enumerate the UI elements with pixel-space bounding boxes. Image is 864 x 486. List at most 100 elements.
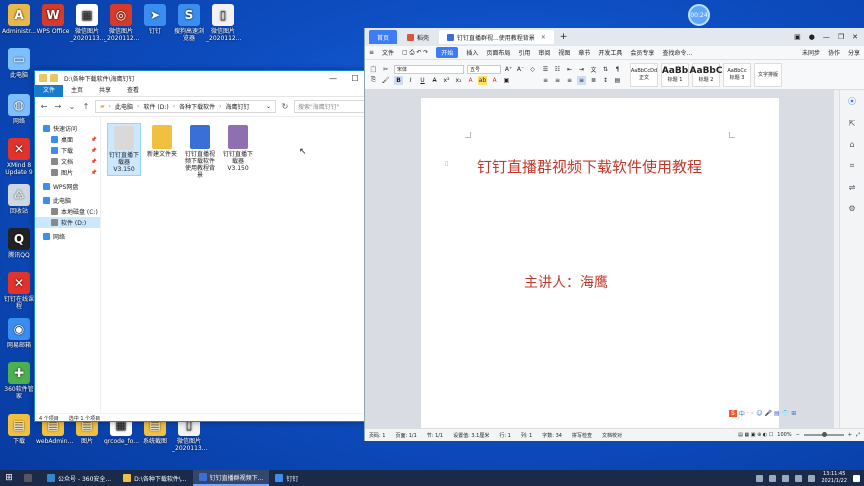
outdent-icon[interactable]: ⇤ xyxy=(565,65,574,74)
chinese-layout-icon[interactable]: 文 xyxy=(589,65,598,74)
style-preset[interactable]: 文字排版 xyxy=(754,62,782,87)
sidebar-item[interactable]: 本地磁盘 (C:) xyxy=(35,206,100,217)
desktop-icon[interactable]: ▭ 此电脑 xyxy=(2,48,36,79)
desktop-icon[interactable]: ➤ 钉钉 xyxy=(138,4,172,35)
command-search[interactable]: 查找命令... xyxy=(662,48,692,57)
file-item[interactable]: 钉钉直播视频下载软件使用教程背景 xyxy=(183,123,217,181)
ime-button[interactable]: ⊞ xyxy=(791,410,796,417)
chevron-down-icon[interactable]: ⌄ xyxy=(266,103,271,110)
sync-status[interactable]: 未同步 xyxy=(802,48,820,57)
zoom-slider[interactable] xyxy=(803,432,844,437)
shrink-font-icon[interactable]: A⁻ xyxy=(516,65,525,74)
fit-icon[interactable]: ⤢ xyxy=(856,432,860,438)
desktop-icon[interactable]: ✚ 360软件管家 xyxy=(2,362,36,400)
ime-button[interactable]: ◦ xyxy=(751,410,755,417)
desktop-icon[interactable]: ✕ 钉钉在线课程 xyxy=(2,272,36,310)
taskbar-item[interactable]: 公众号 - 360安全... xyxy=(41,470,117,486)
desktop-icon[interactable]: ◎ 微信图片_2020112... xyxy=(104,4,139,42)
ime-button[interactable]: ☺ xyxy=(756,410,762,417)
document-page[interactable]: ▯ 钉钉直播群视频下载软件使用教程 主讲人：海鹰 xyxy=(421,98,779,428)
font-name-select[interactable]: 宋体 xyxy=(394,64,464,74)
file-item[interactable]: 钉钉直播下载器 V3.150 xyxy=(221,123,255,174)
zoom-out-icon[interactable]: − xyxy=(796,432,800,438)
style-preset[interactable]: AaBbCc 标题 3 xyxy=(723,62,751,87)
menu-start[interactable]: 开始 xyxy=(436,47,459,58)
show-marks-icon[interactable]: ¶ xyxy=(613,65,622,74)
copy-icon[interactable]: ⎘ xyxy=(369,76,378,85)
spell-check[interactable]: 拼写检查 xyxy=(572,432,592,439)
ribbon-tab-home[interactable]: 主页 xyxy=(63,85,91,97)
clear-format-icon[interactable]: ◇ xyxy=(528,65,537,74)
maximize-button[interactable]: ☐ xyxy=(344,74,366,83)
close-tab-icon[interactable]: ✕ xyxy=(541,34,546,41)
sort-icon[interactable]: ⇅ xyxy=(601,65,610,74)
sidebar-item[interactable]: 软件 (D:) xyxy=(35,217,100,228)
format-painter-icon[interactable]: 🖌 xyxy=(381,76,390,85)
sidebar-item[interactable]: 下载 📌 xyxy=(35,145,100,156)
strikethrough-icon[interactable]: A̶ xyxy=(430,76,439,85)
restore-button[interactable]: ❐ xyxy=(838,33,844,41)
tray-icon[interactable] xyxy=(756,474,764,482)
ribbon-tab-file[interactable]: 文件 xyxy=(35,84,64,97)
desktop-icon[interactable]: Q 腾讯QQ xyxy=(2,228,36,259)
desktop-icon[interactable]: W WPS Office xyxy=(36,4,70,35)
properties-icon[interactable] xyxy=(50,74,58,82)
close-button[interactable]: ✕ xyxy=(852,33,858,41)
align-right-icon[interactable]: ≡ xyxy=(565,76,574,85)
italic-icon[interactable]: I xyxy=(406,76,415,85)
style-tool-icon[interactable]: ⌂ xyxy=(849,140,854,149)
bullets-icon[interactable]: ☰ xyxy=(541,65,550,74)
border-icon[interactable]: ▣ xyxy=(502,76,511,85)
taskbar-item[interactable] xyxy=(18,470,41,486)
layout-icon[interactable]: ▣ xyxy=(794,33,801,41)
menu-icon[interactable]: ≡ xyxy=(369,49,374,56)
ime-button[interactable]: 🎤 xyxy=(765,410,772,417)
grow-font-icon[interactable]: A⁺ xyxy=(504,65,513,74)
sidebar-item[interactable]: 桌面 📌 xyxy=(35,134,100,145)
style-preset[interactable]: AaBbCcDd 正文 xyxy=(630,62,658,87)
style-preset[interactable]: AaBbC 标题 2 xyxy=(690,62,722,87)
notification-icon[interactable] xyxy=(853,474,860,482)
start-icon[interactable]: ⊞ xyxy=(0,473,18,483)
desktop-icon[interactable]: S 搜狗高速浏览器 xyxy=(172,4,206,42)
distributed-icon[interactable]: ≣ xyxy=(589,76,598,85)
taskbar-clock[interactable]: 13:11:45 2021/1/22 xyxy=(821,471,847,485)
collaborate-button[interactable]: 协作 xyxy=(828,48,840,57)
desktop-icon[interactable]: ✕ XMind 8 Update 9 xyxy=(2,138,36,176)
ime-button[interactable]: 👕 xyxy=(782,410,789,417)
breadcrumb-current[interactable]: 海鹰钉钉 xyxy=(226,102,250,111)
indent-icon[interactable]: ⇥ xyxy=(577,65,586,74)
menu-references[interactable]: 引用 xyxy=(518,48,530,57)
desktop-icon[interactable]: ♺ 回收站 xyxy=(2,184,36,215)
superscript-icon[interactable]: x² xyxy=(442,76,451,85)
breadcrumb-this-pc[interactable]: 此电脑 xyxy=(115,102,133,111)
menu-developer[interactable]: 开发工具 xyxy=(598,48,622,57)
volume-icon[interactable] xyxy=(808,474,816,482)
bold-icon[interactable]: B xyxy=(394,75,403,85)
sogou-ime-icon[interactable]: S xyxy=(729,409,737,417)
tray-icon[interactable] xyxy=(769,474,777,482)
address-bar[interactable]: ▰ › 此电脑 › 软件 (D:) › 各种下载软件 › 海鹰钉钉 ⌄ xyxy=(95,100,276,113)
sidebar-item[interactable]: 图片 📌 xyxy=(35,167,100,178)
text-effect-icon[interactable]: A xyxy=(490,76,499,85)
network-icon[interactable] xyxy=(795,474,803,482)
menu-section[interactable]: 章节 xyxy=(578,48,590,57)
tray-icon[interactable] xyxy=(782,474,790,482)
menu-member[interactable]: 会员专享 xyxy=(630,48,654,57)
numbering-icon[interactable]: ☷ xyxy=(553,65,562,74)
align-left-icon[interactable]: ≡ xyxy=(541,76,550,85)
highlight-icon[interactable]: ab xyxy=(478,75,487,85)
back-arrow-icon[interactable]: ← xyxy=(39,102,49,111)
font-size-select[interactable]: 五号 xyxy=(467,64,501,74)
refresh-icon[interactable]: ↻ xyxy=(280,102,290,111)
zoom-in-icon[interactable]: + xyxy=(848,432,852,438)
menu-layout[interactable]: 页面布局 xyxy=(486,48,510,57)
breadcrumb-downloads[interactable]: 各种下载软件 xyxy=(179,102,215,111)
taskbar-item[interactable]: 钉钉直播群视频下... xyxy=(192,470,270,486)
cut-icon[interactable]: ✂ xyxy=(381,65,390,74)
file-item[interactable]: 新建文件夹 xyxy=(145,123,179,160)
settings-icon[interactable]: ⚙ xyxy=(848,204,855,213)
desktop-icon[interactable]: ▦ 微信图片_2020113... xyxy=(70,4,105,42)
quick-tools-icons[interactable]: ▢ ⎙ ↶ ↷ xyxy=(402,49,428,57)
sidebar-item[interactable]: 此电脑 xyxy=(35,195,100,206)
